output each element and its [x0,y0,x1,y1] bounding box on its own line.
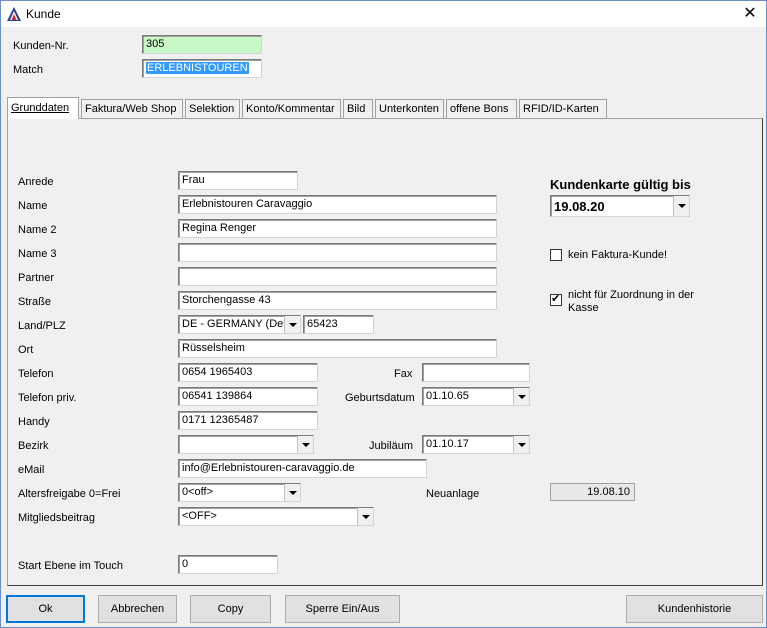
chevron-down-icon[interactable] [513,388,529,405]
chevron-down-icon[interactable] [673,196,689,216]
neuanlage-value: 19.08.10 [550,483,635,501]
start-ebene-label: Start Ebene im Touch [18,560,123,572]
name3-field[interactable] [178,243,497,262]
bezirk-label: Bezirk [18,440,49,452]
email-field[interactable]: info@Erlebnistouren-caravaggio.de [178,459,427,478]
nicht-zuordnung-label-line1: nicht für Zuordnung in der [568,289,694,301]
jubilaeum-value: 01.10.17 [426,438,469,450]
name2-field[interactable]: Regina Renger [178,219,497,238]
country-value: DE - GERMANY (Deu [182,318,290,330]
tab-rfid-id-karten[interactable]: RFID/ID-Karten [519,99,607,118]
land-plz-label: Land/PLZ [18,320,66,332]
mitgliedsbeitrag-value: <OFF> [182,510,217,522]
fax-label: Fax [394,368,413,380]
partner-field[interactable] [178,267,497,286]
altersfreigabe-value: 0<off> [182,486,213,498]
customer-no-label: Kunden-Nr. [13,40,69,52]
match-label: Match [13,64,43,76]
customer-no-field[interactable]: 305 [142,35,262,54]
tab-konto-kommentar[interactable]: Konto/Kommentar [242,99,341,118]
anrede-field[interactable]: Frau [178,171,298,190]
kein-faktura-label: kein Faktura-Kunde! [568,249,668,261]
card-valid-value: 19.08.20 [554,199,605,214]
mitgliedsbeitrag-select[interactable]: <OFF> [178,507,374,526]
ort-label: Ort [18,344,34,356]
tab-label: RFID/ID-Karten [523,103,599,115]
altersfreigabe-label: Altersfreigabe 0=Frei [18,488,121,500]
jubilaeum-label: Jubiläum [369,440,414,452]
geburtsdatum-select[interactable]: 01.10.65 [422,387,530,406]
email-label: eMail [18,464,45,476]
chevron-down-icon[interactable] [297,436,313,453]
anrede-label: Anrede [18,176,54,188]
nicht-zuordnung-label-line2: Kasse [568,302,599,314]
strasse-field[interactable]: Storchengasse 43 [178,291,497,310]
neuanlage-label: Neuanlage [426,488,480,500]
ort-field[interactable]: Rüsselsheim [178,339,497,358]
geburtsdatum-label: Geburtsdatum [345,392,415,404]
tab-label: offene Bons [450,103,509,115]
tab-bild[interactable]: Bild [343,99,373,118]
telefon-field[interactable]: 0654 1965403 [178,363,318,382]
tab-faktura-web-shop[interactable]: Faktura/Web Shop [81,99,183,118]
close-icon[interactable]: ✕ [734,1,766,27]
tab-label: Unterkonten [379,103,439,115]
tab-offene-bons[interactable]: offene Bons [446,99,517,118]
match-value: ERLEBNISTOUREN [146,62,249,74]
bezirk-select[interactable] [178,435,314,454]
handy-label: Handy [18,416,50,428]
card-valid-select[interactable]: 19.08.20 [550,195,690,217]
tab-label: Selektion [189,103,235,115]
fax-field[interactable] [422,363,530,382]
kundenhistorie-button[interactable]: Kundenhistorie [626,595,763,623]
ok-button[interactable]: Ok [6,595,85,623]
tab-unterkonten[interactable]: Unterkonten [375,99,444,118]
match-field[interactable]: ERLEBNISTOUREN [142,59,262,78]
tab-grunddaten[interactable]: Grunddaten [7,97,79,119]
jubilaeum-select[interactable]: 01.10.17 [422,435,530,454]
tab-label: Faktura/Web Shop [85,103,177,115]
handy-field[interactable]: 0171 12365487 [178,411,318,430]
copy-button[interactable]: Copy [190,595,271,623]
chevron-down-icon[interactable] [357,508,373,525]
strasse-label: Straße [18,296,52,308]
card-valid-title: Kundenkarte gültig bis [550,177,691,192]
app-logo-icon [7,7,21,21]
start-ebene-field[interactable]: 0 [178,555,278,574]
mitgliedsbeitrag-label: Mitgliedsbeitrag [18,512,96,524]
geburtsdatum-value: 01.10.65 [426,390,469,402]
telefon-label: Telefon [18,368,54,380]
partner-label: Partner [18,272,55,284]
customer-window: Kunde ✕ Kunden-Nr. 305 Match ERLEBNISTOU… [0,0,767,628]
name3-label: Name 3 [18,248,57,260]
name2-label: Name 2 [18,224,57,236]
name-label: Name [18,200,48,212]
altersfreigabe-select[interactable]: 0<off> [178,483,301,502]
chevron-down-icon[interactable] [513,436,529,453]
sperre-toggle-button[interactable]: Sperre Ein/Aus [285,595,400,623]
tab-selektion[interactable]: Selektion [185,99,240,118]
country-select[interactable]: DE - GERMANY (Deu [178,315,301,334]
kein-faktura-checkbox[interactable] [550,249,562,261]
window-title: Kunde [26,7,61,21]
chevron-down-icon[interactable] [284,316,300,333]
cancel-button[interactable]: Abbrechen [98,595,177,623]
name-field[interactable]: Erlebnistouren Caravaggio [178,195,497,214]
plz-field[interactable]: 65423 [303,315,374,334]
chevron-down-icon[interactable] [284,484,300,501]
telefon-priv-field[interactable]: 06541 139864 [178,387,318,406]
telefon-priv-label: Telefon priv. [18,392,77,404]
nicht-zuordnung-checkbox[interactable] [550,292,562,306]
tab-label: Konto/Kommentar [246,103,335,115]
tab-label: Bild [347,103,366,115]
tab-label: Grunddaten [11,102,70,114]
title-bar: Kunde ✕ [1,1,766,27]
